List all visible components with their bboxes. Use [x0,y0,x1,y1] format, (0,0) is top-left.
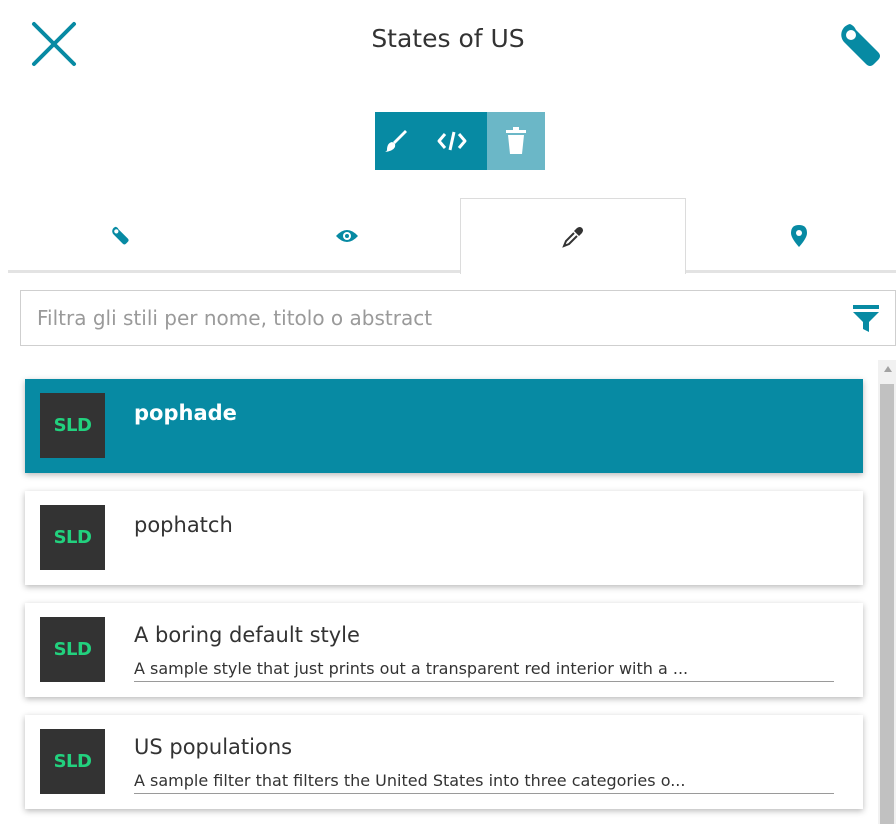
style-item[interactable]: SLD US populations A sample filter that … [25,715,863,809]
style-description: A sample filter that filters the United … [134,771,834,794]
panel-title: States of US [371,24,525,53]
style-filter [20,290,896,346]
trash-icon [506,127,526,154]
delete-style-button[interactable] [487,112,545,170]
wrench-icon [112,226,129,245]
style-editor-panel: States of US Filtra gli stili per nome, … [0,0,896,824]
brush-icon [385,130,407,152]
style-toolbar [375,112,545,170]
tab-general[interactable] [8,198,234,274]
style-title: pophade [134,401,237,425]
style-item[interactable]: SLD pophatch [25,491,863,585]
style-item[interactable]: SLD pophade [25,379,863,473]
code-editor-button[interactable] [417,112,487,170]
tab-display[interactable] [234,198,460,274]
settings-tabs [8,198,896,274]
edit-style-button[interactable] [375,112,417,170]
style-title: pophatch [134,513,233,537]
settings-button[interactable] [836,20,888,72]
sld-badge: SLD [40,505,105,570]
style-filter-input[interactable] [21,291,895,345]
map-marker-icon [791,225,807,247]
sld-badge: SLD [40,617,105,682]
eye-icon [336,230,358,242]
sld-badge: SLD [40,729,105,794]
list-scrollbar[interactable] [878,360,896,824]
style-title: US populations [134,735,293,759]
sld-badge: SLD [40,393,105,458]
style-description: A sample style that just prints out a tr… [134,659,834,682]
wrench-icon [841,24,880,66]
code-icon [437,131,467,151]
tab-style[interactable] [460,198,686,274]
scroll-thumb[interactable] [880,384,894,824]
eyedropper-icon [562,226,583,248]
scroll-up-arrow-icon[interactable] [884,366,892,372]
filter-icon[interactable] [853,305,879,333]
style-title: A boring default style [134,623,360,647]
tab-feature-info[interactable] [686,198,896,274]
style-item[interactable]: SLD A boring default style A sample styl… [25,603,863,697]
